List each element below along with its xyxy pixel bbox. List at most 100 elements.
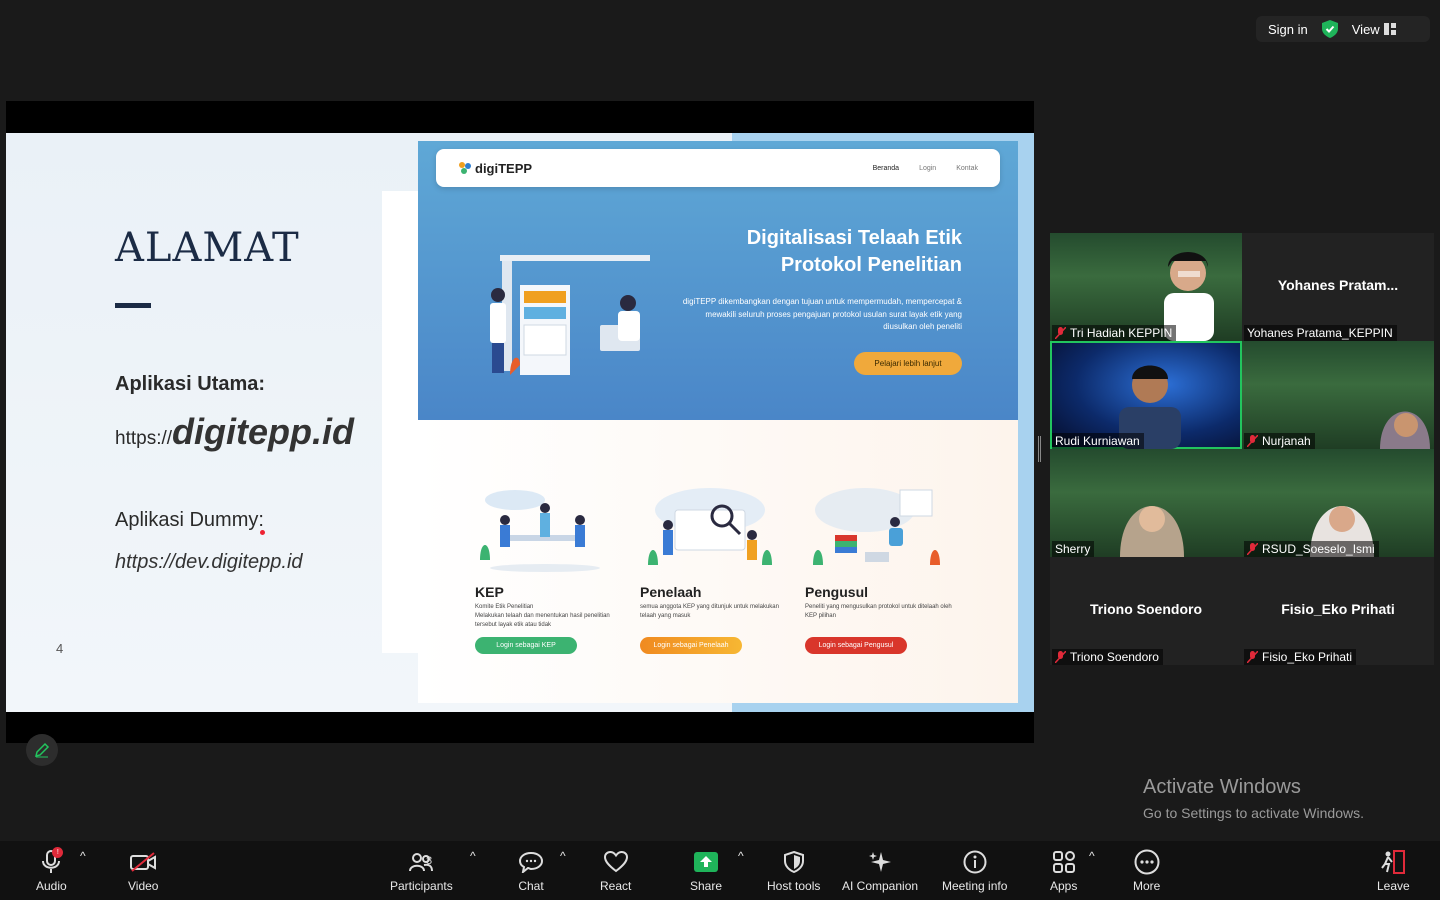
audio-alert-badge: !: [52, 847, 64, 858]
grid-view-icon: [1383, 22, 1396, 35]
site-logo: digiTEPP: [458, 161, 532, 176]
card-penelaah-desc: semua anggota KEP yang ditunjuk untuk me…: [640, 604, 779, 619]
share-options-caret[interactable]: ^: [738, 849, 744, 863]
main-url-prefix: https://: [115, 428, 173, 449]
leave-button[interactable]: Leave: [1377, 849, 1410, 893]
share-label: Share: [690, 879, 723, 893]
more-button[interactable]: More: [1133, 849, 1160, 893]
lab-illustration: [490, 255, 650, 375]
apps-options-caret[interactable]: ^: [1089, 849, 1095, 863]
participant-name: Rudi Kurniawan: [1055, 434, 1140, 448]
participants-button[interactable]: Participants 8: [390, 849, 453, 893]
mic-muted-icon: [1247, 543, 1258, 555]
participant-name: Sherry: [1055, 542, 1091, 556]
participants-label: Participants: [390, 879, 453, 893]
view-button[interactable]: View: [1352, 22, 1396, 37]
login-kep-button: Login sebagai KEP: [475, 637, 577, 654]
title-underline: [115, 303, 151, 308]
dummy-app-label: Aplikasi Dummy:: [115, 509, 264, 531]
participant-center-name: Fisio_Eko Prihati: [1281, 601, 1395, 617]
participant-name-tag: Rudi Kurniawan: [1052, 433, 1144, 449]
participant-name: Tri Hadiah KEPPIN: [1070, 326, 1173, 340]
pencil-icon: [34, 742, 50, 758]
video-tile-rsud[interactable]: RSUD_Soeselo_Ismi: [1242, 449, 1434, 557]
audio-options-caret[interactable]: ^: [80, 849, 86, 863]
participant-name-tag: Fisio_Eko Prihati: [1244, 649, 1357, 665]
participant-name-tag: Nurjanah: [1244, 433, 1315, 449]
share-button[interactable]: Share: [690, 849, 722, 893]
hero-section: digiTEPP Beranda Login Kontak Digitalisa…: [418, 141, 1018, 420]
hero-title: Digitalisasi Telaah Etik Protokol Peneli…: [747, 225, 962, 279]
card-pengusul: Pengusul Peneliti yang mengusulkan proto…: [805, 480, 960, 654]
shield-check-icon[interactable]: [1321, 20, 1338, 38]
hero-title-line1: Digitalisasi Telaah Etik: [746, 227, 962, 249]
participants-options-caret[interactable]: ^: [470, 849, 476, 863]
main-app-label: Aplikasi Utama:: [115, 373, 266, 395]
chat-label: Chat: [518, 879, 544, 893]
slide-page-number: 4: [56, 641, 64, 656]
participant-name: Triono Soendoro: [1070, 650, 1159, 664]
react-button[interactable]: React: [600, 849, 631, 893]
video-tile-triono[interactable]: Triono Soendoro Triono Soendoro: [1050, 557, 1242, 665]
info-icon: [963, 850, 987, 874]
hero-title-line2: Protokol Penelitian: [780, 254, 962, 276]
main-app-url: https://digitepp.id: [115, 411, 354, 453]
chat-button[interactable]: Chat: [518, 849, 544, 893]
team-meeting-illustration: [480, 490, 600, 572]
participant-name: Yohanes Pratama_KEPPIN: [1247, 326, 1393, 340]
ai-companion-button[interactable]: AI Companion: [842, 849, 918, 893]
host-tools-label: Host tools: [767, 879, 821, 893]
card-kep-title: KEP: [475, 584, 504, 600]
slide-title: ALAMAT: [115, 225, 300, 271]
host-tools-button[interactable]: Host tools: [767, 849, 820, 893]
participant-center-name: Yohanes Pratam...: [1277, 277, 1399, 293]
card-kep: KEP Komite Etik Penelitian Melakukan tel…: [475, 480, 630, 654]
site-brand: digiTEPP: [475, 160, 533, 176]
video-tile-yohanes[interactable]: Yohanes Pratam... Yohanes Pratama_KEPPIN: [1242, 233, 1434, 341]
leave-label: Leave: [1377, 879, 1410, 893]
mic-muted-icon: [1247, 651, 1258, 663]
sign-in-button[interactable]: Sign in: [1268, 22, 1308, 37]
video-tile-tri-hadiah[interactable]: Tri Hadiah KEPPIN: [1050, 233, 1242, 341]
participants-count: 8: [426, 855, 433, 867]
chat-options-caret[interactable]: ^: [560, 849, 566, 863]
video-tile-rudi-kurniawan[interactable]: Rudi Kurniawan: [1050, 341, 1242, 449]
pointer-dot: [260, 530, 265, 535]
participant-name: RSUD_Soeselo_Ismi: [1262, 542, 1375, 556]
participant-name-tag: Yohanes Pratama_KEPPIN: [1244, 325, 1397, 341]
card-penelaah-title: Penelaah: [640, 584, 702, 600]
watermark-title: Activate Windows: [1143, 776, 1301, 798]
apps-button[interactable]: Apps: [1050, 849, 1077, 893]
card-pengusul-desc: Peneliti yang mengusulkan protokol untuk…: [805, 604, 952, 619]
main-url-domain: digitepp.id: [172, 411, 354, 452]
video-button[interactable]: Video: [128, 849, 158, 893]
video-tile-nurjanah[interactable]: Nurjanah: [1242, 341, 1434, 449]
audio-button[interactable]: ! Audio: [36, 847, 67, 893]
learn-more-button: Pelajari lebih lanjut: [854, 352, 962, 375]
ai-companion-label: AI Companion: [842, 879, 919, 893]
participant-center-name: Triono Soendoro: [1090, 601, 1202, 617]
nav-beranda: Beranda: [872, 164, 900, 172]
participant-name-tag: Sherry: [1052, 541, 1095, 557]
activate-windows-watermark: Activate Windows Go to Settings to activ…: [1143, 776, 1364, 821]
react-label: React: [600, 879, 632, 893]
sparkle-icon: [869, 852, 892, 872]
video-tile-fisio-eko[interactable]: Fisio_Eko Prihati Fisio_Eko Prihati: [1242, 557, 1434, 665]
more-icon: [1134, 849, 1160, 875]
watermark-subtitle: Go to Settings to activate Windows.: [1143, 805, 1364, 821]
login-penelaah-button: Login sebagai Penelaah: [640, 637, 742, 654]
logo-icon: [459, 162, 471, 174]
roles-section: KEP Komite Etik Penelitian Melakukan tel…: [418, 420, 1018, 703]
video-tile-sherry[interactable]: Sherry: [1050, 449, 1242, 557]
nav-kontak: Kontak: [956, 164, 978, 172]
site-navbar: digiTEPP Beranda Login Kontak: [436, 149, 1000, 187]
participant-gallery: Tri Hadiah KEPPIN Yohanes Pratam... Yoha…: [1050, 233, 1434, 665]
shared-screen: ALAMAT Aplikasi Utama: https://digitepp.…: [6, 101, 1034, 743]
split-view-handle[interactable]: [1038, 436, 1041, 462]
annotate-button[interactable]: [26, 734, 58, 766]
review-illustration: [648, 488, 772, 565]
researcher-illustration: [813, 488, 940, 565]
card-pengusul-title: Pengusul: [805, 584, 869, 600]
meeting-info-button[interactable]: Meeting info: [942, 849, 1007, 893]
mic-muted-icon: [1055, 327, 1066, 339]
